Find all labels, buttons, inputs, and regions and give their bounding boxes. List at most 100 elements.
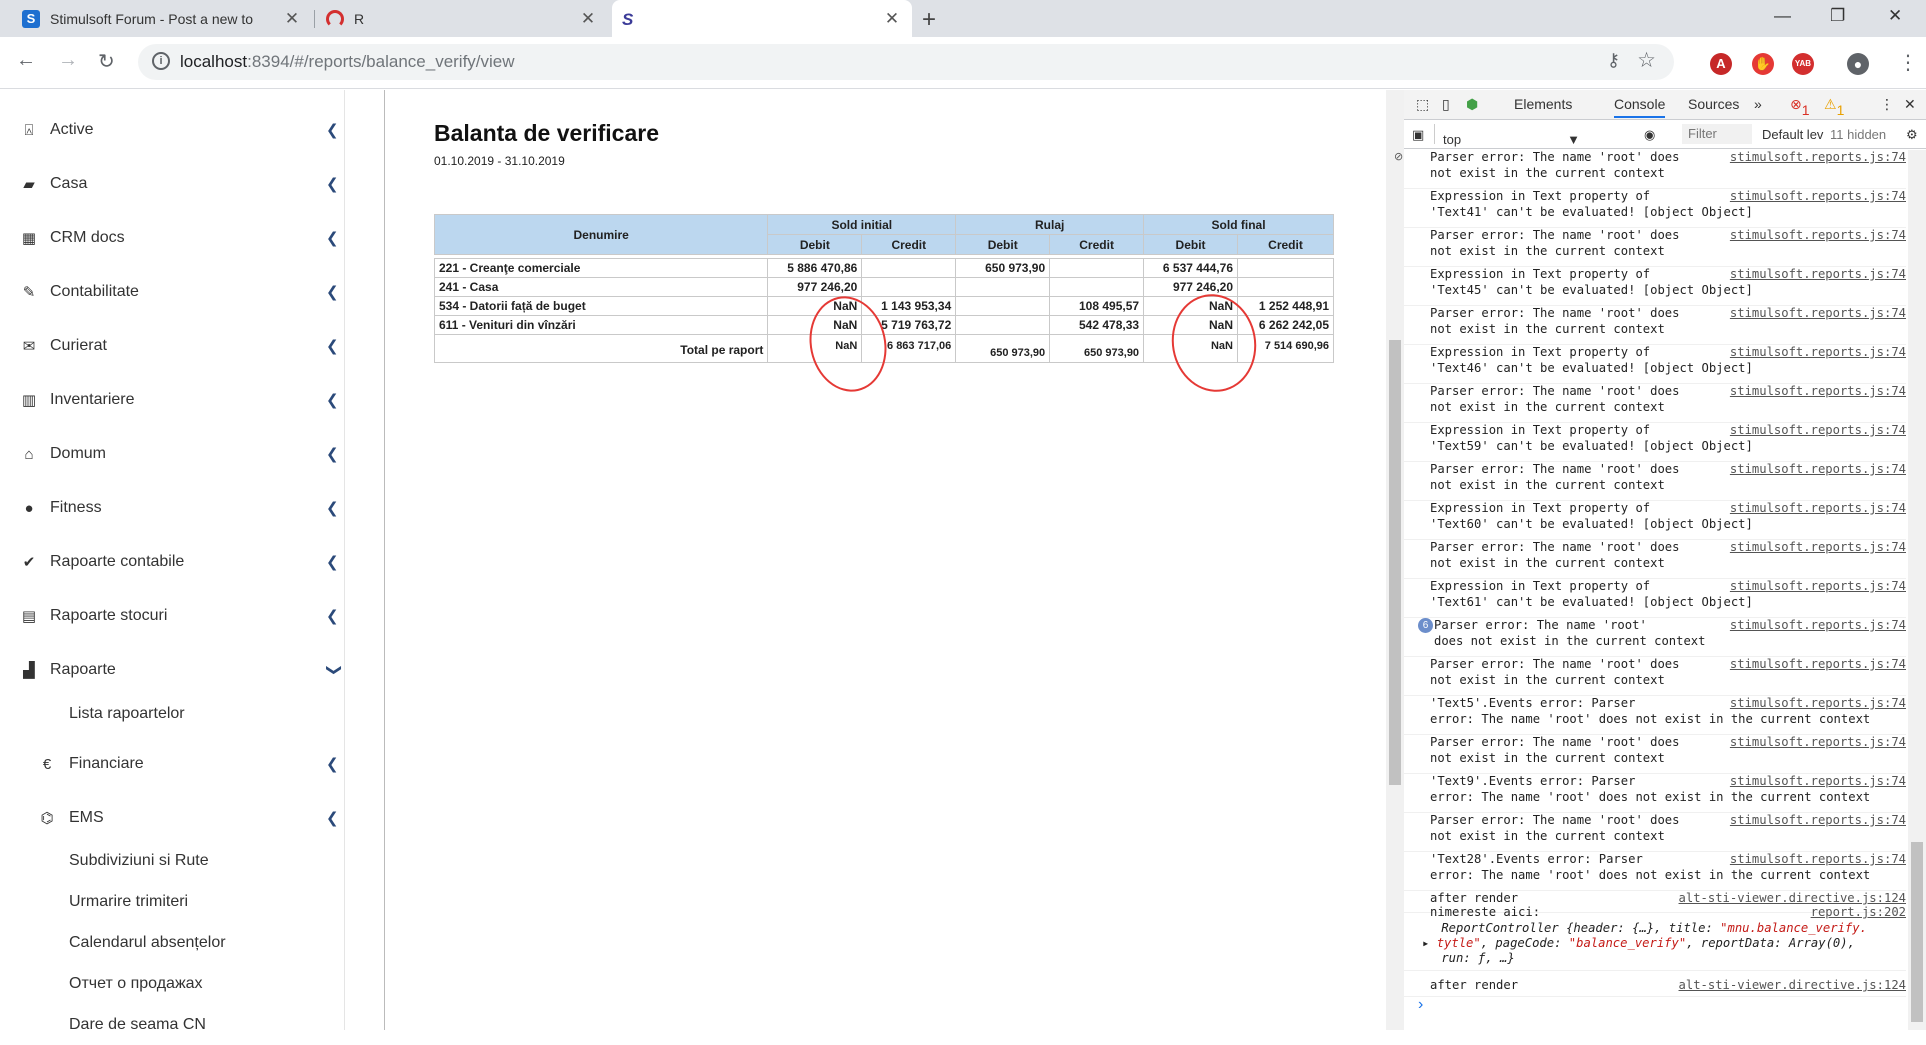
- sidebar-item-dare-de-seama-cn[interactable]: Dare de seama CN: [0, 1005, 345, 1045]
- console-filter-input[interactable]: Filter: [1682, 124, 1752, 144]
- sidebar-item-casa[interactable]: ▰ Casa ❮: [0, 164, 345, 204]
- inspect-element-icon[interactable]: ⬚: [1416, 96, 1429, 113]
- log-source-link[interactable]: stimulsoft.reports.js:74: [1730, 462, 1906, 478]
- console-message: Parser error: The name 'root' does not e…: [1404, 228, 1906, 267]
- tab-sources[interactable]: Sources: [1688, 96, 1739, 112]
- bookmark-star-icon[interactable]: ☆: [1637, 48, 1656, 73]
- close-devtools-icon[interactable]: ✕: [1904, 96, 1916, 113]
- log-source-link[interactable]: stimulsoft.reports.js:74: [1730, 267, 1906, 283]
- sidebar-item-financiare[interactable]: € Financiare ❮: [0, 744, 345, 784]
- console-settings-icon[interactable]: ⚙: [1906, 127, 1918, 143]
- sidebar-item-rapoarte-stocuri[interactable]: ▤ Rapoarte stocuri ❮: [0, 596, 345, 636]
- object-preview[interactable]: ReportController {header: {…}, title: "m…: [1434, 921, 1867, 937]
- more-tabs-icon[interactable]: »: [1754, 96, 1762, 112]
- log-source-link[interactable]: stimulsoft.reports.js:74: [1730, 189, 1906, 205]
- sidebar-item-subdiviziuni[interactable]: Subdiviziuni si Rute: [0, 841, 345, 881]
- log-source-link[interactable]: stimulsoft.reports.js:74: [1730, 657, 1906, 673]
- device-toolbar-icon[interactable]: ▯: [1442, 96, 1450, 113]
- console-prompt[interactable]: ›: [1418, 996, 1423, 1014]
- log-source-link[interactable]: stimulsoft.reports.js:74: [1730, 735, 1906, 751]
- chevron-left-icon: ❮: [326, 500, 339, 517]
- sidebar-item-fitness[interactable]: ● Fitness ❮: [0, 488, 345, 528]
- devtools-menu-icon[interactable]: ⋮: [1880, 96, 1894, 113]
- page-scrollbar[interactable]: [1386, 90, 1404, 1030]
- tab-stimulsoft-forum[interactable]: S Stimulsoft Forum - Post a new to ✕: [12, 0, 312, 37]
- close-window-icon[interactable]: ✕: [1888, 6, 1902, 26]
- site-info-icon[interactable]: i: [152, 52, 170, 70]
- hexagon-extension-icon[interactable]: ⬢: [1466, 96, 1478, 113]
- log-source-link[interactable]: stimulsoft.reports.js:74: [1730, 501, 1906, 517]
- minimize-icon[interactable]: —: [1774, 6, 1791, 26]
- sidebar-item-rapoarte[interactable]: ▟ Rapoarte ❮: [0, 650, 345, 690]
- sidebar-item-otchet-o-prodazhah[interactable]: Отчет о продажах: [0, 964, 345, 1004]
- tab-elements[interactable]: Elements: [1514, 96, 1572, 112]
- sidebar-item-crm-docs[interactable]: ▦ CRM docs ❮: [0, 218, 345, 258]
- yab-extension-icon[interactable]: YAB: [1792, 53, 1814, 75]
- log-source-link[interactable]: stimulsoft.reports.js:74: [1730, 696, 1906, 712]
- report-title: Balanta de verificare: [434, 120, 660, 146]
- sidebar-toggle-icon[interactable]: ▣: [1412, 127, 1424, 143]
- address-bar[interactable]: i localhost:8394/#/reports/balance_verif…: [138, 44, 1674, 80]
- log-levels-select[interactable]: Default lev: [1762, 127, 1823, 142]
- tab-console[interactable]: Console: [1614, 96, 1666, 118]
- reload-icon[interactable]: ↻: [98, 49, 115, 74]
- sidebar-item-lista-rapoartelor[interactable]: Lista rapoartelor: [0, 694, 345, 734]
- object-preview[interactable]: ▸ tytle", pageCode: "balance_verify", re…: [1422, 936, 1855, 952]
- new-tab-button[interactable]: +: [922, 6, 936, 34]
- error-count[interactable]: ⊗ 1: [1790, 96, 1810, 118]
- log-source-link[interactable]: stimulsoft.reports.js:74: [1730, 423, 1906, 439]
- log-source-link[interactable]: stimulsoft.reports.js:74: [1730, 228, 1906, 244]
- restore-icon[interactable]: ❐: [1830, 6, 1845, 26]
- back-icon[interactable]: ←: [16, 49, 36, 72]
- key-icon[interactable]: ⚷: [1607, 50, 1620, 71]
- log-source-link[interactable]: stimulsoft.reports.js:74: [1730, 306, 1906, 322]
- tab-report[interactable]: R ✕: [316, 0, 608, 37]
- sidebar-item-active[interactable]: ⍓ Active ❮: [0, 110, 345, 150]
- angular-extension-icon[interactable]: A: [1710, 53, 1732, 75]
- forward-icon[interactable]: →: [58, 49, 78, 72]
- log-source-link[interactable]: stimulsoft.reports.js:74: [1730, 345, 1906, 361]
- eye-icon[interactable]: ◉: [1644, 127, 1655, 143]
- sidebar-item-contabilitate[interactable]: ✎ Contabilitate ❮: [0, 272, 345, 312]
- adblock-extension-icon[interactable]: ✋: [1752, 53, 1774, 75]
- browser-menu-icon[interactable]: ⋮: [1898, 50, 1918, 75]
- sidebar-item-domum[interactable]: ⌂ Domum ❮: [0, 434, 345, 474]
- close-tab-icon[interactable]: ✕: [282, 9, 302, 29]
- console-message: Parser error: The name 'root' does not e…: [1404, 306, 1906, 345]
- graduation-cap-icon: ⌬: [40, 810, 54, 827]
- log-source-link[interactable]: stimulsoft.reports.js:74: [1730, 579, 1906, 595]
- app-favicon-icon: S: [622, 9, 634, 29]
- object-preview[interactable]: run: ƒ, …}: [1434, 951, 1514, 967]
- sidebar-item-urmarire-trimiteri[interactable]: Urmarire trimiteri: [0, 882, 345, 922]
- console-scrollbar[interactable]: [1908, 150, 1926, 1030]
- clear-console-icon[interactable]: ⊘: [1394, 150, 1403, 163]
- stack-icon: ▤: [21, 608, 37, 625]
- close-tab-icon[interactable]: ✕: [578, 9, 598, 29]
- log-source-link[interactable]: stimulsoft.reports.js:74: [1730, 813, 1906, 829]
- close-tab-icon[interactable]: ✕: [882, 9, 902, 29]
- log-source-link[interactable]: alt-sti-viewer.directive.js:124: [1679, 978, 1906, 994]
- checklist-icon: ✔: [22, 554, 36, 571]
- chevron-left-icon: ❮: [326, 176, 339, 193]
- sidebar-item-curierat[interactable]: ✉ Curierat ❮: [0, 326, 345, 366]
- chevron-left-icon: ❮: [326, 284, 339, 301]
- calendar-icon: ▦: [21, 230, 37, 247]
- log-text: Parser error: The name 'root' does not e…: [1430, 462, 1680, 492]
- warning-count[interactable]: ⚠ 1: [1824, 96, 1844, 118]
- log-source-link[interactable]: stimulsoft.reports.js:74: [1730, 852, 1906, 868]
- sidebar-item-calendarul-absentelor[interactable]: Calendarul absențelor: [0, 923, 345, 963]
- profile-avatar-icon[interactable]: ●: [1847, 53, 1869, 75]
- cell-rulaj-credit: 542 478,33: [1049, 315, 1145, 335]
- log-source-link[interactable]: stimulsoft.reports.js:74: [1730, 384, 1906, 400]
- tab-active[interactable]: S ✕: [612, 0, 912, 37]
- sidebar-item-inventariere[interactable]: ▥ Inventariere ❮: [0, 380, 345, 420]
- log-source-link[interactable]: stimulsoft.reports.js:74: [1730, 150, 1906, 166]
- sidebar-item-rapoarte-contabile[interactable]: ✔ Rapoarte contabile ❮: [0, 542, 345, 582]
- log-source-link[interactable]: stimulsoft.reports.js:74: [1730, 774, 1906, 790]
- log-source-link[interactable]: report.js:202: [1811, 905, 1906, 921]
- log-source-link[interactable]: stimulsoft.reports.js:74: [1730, 618, 1906, 634]
- log-text: Expression in Text property of 'Text59' …: [1430, 423, 1753, 453]
- log-source-link[interactable]: stimulsoft.reports.js:74: [1730, 540, 1906, 556]
- sidebar-item-ems[interactable]: ⌬ EMS ❮: [0, 798, 345, 838]
- context-select[interactable]: top ▼: [1434, 124, 1586, 147]
